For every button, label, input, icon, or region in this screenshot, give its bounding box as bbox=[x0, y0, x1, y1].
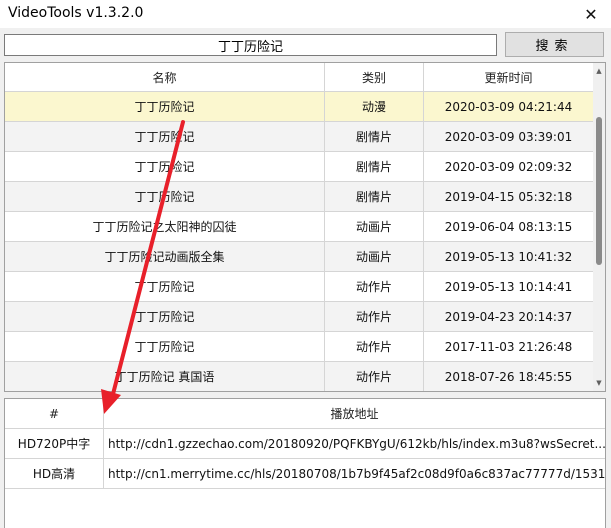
column-header-category[interactable]: 类别 bbox=[325, 63, 424, 91]
close-icon: ✕ bbox=[584, 4, 598, 24]
row-time: 2019-05-13 10:14:41 bbox=[444, 279, 573, 294]
search-input[interactable] bbox=[4, 34, 497, 56]
row-category: 剧情片 bbox=[325, 122, 424, 151]
column-header-number[interactable]: # bbox=[5, 399, 104, 428]
scroll-down-arrow-icon[interactable]: ▼ bbox=[593, 376, 605, 390]
row-name: 丁丁历险记 bbox=[5, 332, 325, 361]
results-body: 丁丁历险记 动漫 2020-03-09 04:21:44 丁丁历险记 剧情片 2… bbox=[5, 92, 593, 391]
row-time: 2019-05-13 10:41:32 bbox=[444, 249, 573, 264]
row-name: 丁丁历险记之太阳神的囚徒 bbox=[5, 212, 325, 241]
url-label: HD高清 bbox=[5, 459, 104, 488]
url-value: http://cn1.merrytime.cc/hls/20180708/1b7… bbox=[108, 466, 605, 481]
results-header: 名称 类别 更新时间 bbox=[5, 63, 593, 92]
play-url-header: # 播放地址 bbox=[5, 399, 605, 429]
row-time: 2018-07-26 18:45:55 bbox=[444, 369, 573, 384]
window-title: VideoTools v1.3.2.0 bbox=[8, 5, 144, 21]
table-row[interactable]: 丁丁历险记 剧情片 2019-04-15 05:32:18 bbox=[5, 182, 593, 212]
table-row[interactable]: 丁丁历险记 动漫 2020-03-09 04:21:44 bbox=[5, 92, 593, 122]
row-category: 剧情片 bbox=[325, 182, 424, 211]
row-name: 丁丁历险记 bbox=[5, 92, 325, 121]
row-time: 2017-11-03 21:26:48 bbox=[444, 339, 573, 354]
row-name: 丁丁历险记 bbox=[5, 122, 325, 151]
row-time: 2019-04-23 20:14:37 bbox=[444, 309, 573, 324]
search-button[interactable]: 搜索 bbox=[505, 32, 604, 57]
row-category: 动作片 bbox=[325, 272, 424, 301]
table-row[interactable]: 丁丁历险记 真国语 动作片 2018-07-26 18:45:55 bbox=[5, 362, 593, 391]
url-value: http://cdn1.gzzechao.com/20180920/PQFKBY… bbox=[108, 436, 605, 451]
row-category: 剧情片 bbox=[325, 152, 424, 181]
url-row[interactable]: HD720P中字 http://cdn1.gzzechao.com/201809… bbox=[5, 429, 605, 459]
row-category: 动作片 bbox=[325, 302, 424, 331]
row-category: 动作片 bbox=[325, 332, 424, 361]
scrollbar-thumb[interactable] bbox=[596, 117, 602, 265]
row-name: 丁丁历险记 bbox=[5, 302, 325, 331]
play-url-table: # 播放地址 HD720P中字 http://cdn1.gzzechao.com… bbox=[4, 398, 606, 528]
column-header-update-time[interactable]: 更新时间 bbox=[424, 63, 593, 91]
scroll-up-arrow-icon[interactable]: ▲ bbox=[593, 64, 605, 78]
url-label: HD720P中字 bbox=[5, 429, 104, 458]
row-name: 丁丁历险记 bbox=[5, 152, 325, 181]
table-row[interactable]: 丁丁历险记 动作片 2019-05-13 10:14:41 bbox=[5, 272, 593, 302]
table-row[interactable]: 丁丁历险记之太阳神的囚徒 动画片 2019-06-04 08:13:15 bbox=[5, 212, 593, 242]
column-header-play-url[interactable]: 播放地址 bbox=[104, 399, 605, 428]
close-button[interactable]: ✕ bbox=[571, 0, 611, 28]
row-name: 丁丁历险记 bbox=[5, 182, 325, 211]
app-window: VideoTools v1.3.2.0 ✕ 搜索 名称 类别 更新时间 丁丁历险… bbox=[0, 0, 611, 528]
row-category: 动画片 bbox=[325, 242, 424, 271]
table-row[interactable]: 丁丁历险记 动作片 2017-11-03 21:26:48 bbox=[5, 332, 593, 362]
results-table: 名称 类别 更新时间 丁丁历险记 动漫 2020-03-09 04:21:44 … bbox=[4, 62, 606, 392]
row-name: 丁丁历险记 真国语 bbox=[5, 362, 325, 391]
row-time: 2019-04-15 05:32:18 bbox=[444, 189, 573, 204]
url-row[interactable]: HD高清 http://cn1.merrytime.cc/hls/2018070… bbox=[5, 459, 605, 489]
table-row[interactable]: 丁丁历险记 剧情片 2020-03-09 02:09:32 bbox=[5, 152, 593, 182]
row-category: 动作片 bbox=[325, 362, 424, 391]
table-row[interactable]: 丁丁历险记动画版全集 动画片 2019-05-13 10:41:32 bbox=[5, 242, 593, 272]
row-time: 2019-06-04 08:13:15 bbox=[444, 219, 573, 234]
row-name: 丁丁历险记 bbox=[5, 272, 325, 301]
row-time: 2020-03-09 03:39:01 bbox=[444, 129, 573, 144]
column-header-name[interactable]: 名称 bbox=[5, 63, 325, 91]
table-row[interactable]: 丁丁历险记 剧情片 2020-03-09 03:39:01 bbox=[5, 122, 593, 152]
row-name: 丁丁历险记动画版全集 bbox=[5, 242, 325, 271]
row-time: 2020-03-09 04:21:44 bbox=[444, 99, 573, 114]
table-row[interactable]: 丁丁历险记 动作片 2019-04-23 20:14:37 bbox=[5, 302, 593, 332]
row-time: 2020-03-09 02:09:32 bbox=[444, 159, 573, 174]
row-category: 动漫 bbox=[325, 92, 424, 121]
title-bar: VideoTools v1.3.2.0 ✕ bbox=[0, 0, 611, 28]
row-category: 动画片 bbox=[325, 212, 424, 241]
results-scrollbar[interactable]: ▲ ▼ bbox=[593, 63, 605, 391]
